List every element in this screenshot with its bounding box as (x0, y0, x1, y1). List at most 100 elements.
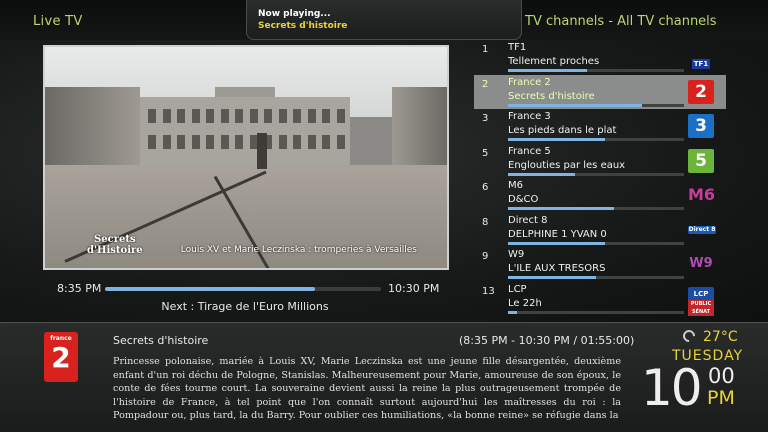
channel-logo-icon: M6 (688, 185, 716, 204)
video-subtitle: Louis XV et Marie Leczinska : tromperies… (180, 245, 417, 255)
channel-number: 13 (482, 285, 495, 297)
palace-window (191, 135, 200, 149)
channel-logo-icon: 2 (688, 79, 714, 104)
channel-row[interactable]: 8 Direct 8 DELPHINE 1 YVAN 0 Direct 8 (474, 213, 726, 248)
program-title: Secrets d'histoire (113, 334, 209, 347)
palace-window (278, 135, 287, 149)
palace-window (264, 109, 272, 123)
channel-program: Englouties par les eaux (508, 159, 626, 171)
channel-number: 1 (482, 44, 489, 55)
channel-list-title: TV channels - All TV channels (525, 14, 717, 29)
channel-row[interactable]: 2 France 2 Secrets d'histoire 2 (474, 74, 726, 109)
palace-window (278, 109, 287, 123)
channel-number: 2 (482, 78, 489, 90)
channel-program: Secrets d'histoire (508, 90, 595, 102)
channel-logo-icon: LCP PUBLIC SÉNAT (688, 286, 714, 316)
palace-window (336, 135, 345, 149)
channel-logo-icon: 3 (688, 114, 714, 138)
palace-window (293, 135, 301, 149)
channel-progress-fill (508, 138, 605, 141)
now-playing-label: Now playing... (258, 9, 331, 19)
channel-progress-bar (508, 69, 684, 72)
channel-number: 9 (482, 251, 489, 262)
overlay-logo-line1: Secrets (94, 234, 136, 245)
channel-program: DELPHINE 1 YVAN 0 (508, 228, 607, 240)
program-end-time: 10:30 PM (388, 282, 440, 295)
channel-progress-bar (508, 138, 684, 141)
channel-number: 6 (482, 182, 489, 193)
palace-window (235, 135, 243, 149)
palace-window (322, 135, 330, 149)
channel-name: France 5 (508, 145, 551, 157)
channel-row[interactable]: 5 France 5 Englouties par les eaux 5 (474, 144, 726, 179)
channel-name: France 3 (508, 111, 551, 122)
program-progress-bar (105, 287, 381, 291)
palace-window (148, 135, 156, 149)
video-preview[interactable]: Secrets d'Histoire Louis XV et Marie Lec… (43, 45, 449, 270)
program-overlay-logo: Secrets d'Histoire (87, 234, 143, 256)
video-plaza-line (213, 175, 277, 268)
channel-program: D&CO (508, 194, 539, 205)
channel-program: Le 22h (508, 297, 542, 309)
channel-progress-bar (508, 310, 684, 314)
channel-program: Tellement proches (508, 56, 600, 67)
palace-window (220, 135, 229, 149)
channel-list: 1 TF1 Tellement proches TF1 2 France 2 Secrets… (474, 40, 726, 316)
program-time: (8:35 PM - 10:30 PM / 01:55:00) (459, 334, 635, 347)
palace-window (148, 109, 156, 123)
palace-window (322, 109, 330, 123)
channel-number: 3 (482, 113, 489, 124)
next-program: Next : Tirage de l'Euro Millions (161, 300, 329, 313)
program-start-time: 8:35 PM (57, 282, 102, 295)
channel-logo-number: 2 (51, 341, 71, 374)
channel-logo-subtext: PUBLIC SÉNAT (688, 299, 714, 316)
palace-window (206, 135, 214, 149)
now-playing-title: Secrets d'histoire (258, 21, 348, 31)
channel-logo: france 2 (44, 332, 78, 382)
channel-progress-fill (508, 69, 588, 72)
channel-logo-icon: Direct 8 (688, 225, 716, 234)
program-progress-fill (105, 287, 315, 291)
channel-progress-bar (508, 103, 684, 107)
palace-window (293, 109, 301, 123)
channel-row[interactable]: 3 France 3 Les pieds dans le plat 3 (474, 109, 726, 144)
channel-progress-fill (508, 103, 642, 107)
now-playing-popup: Now playing... Secrets d'histoire (246, 0, 522, 40)
channel-row[interactable]: 1 TF1 Tellement proches TF1 (474, 40, 726, 75)
channel-number: 5 (482, 147, 489, 159)
channel-progress-fill (508, 172, 575, 176)
channel-name: W9 (508, 249, 525, 260)
section-title: Live TV (33, 14, 83, 29)
clock-minute: 00 (708, 364, 735, 388)
video-palace (140, 97, 350, 167)
channel-progress-fill (508, 241, 605, 245)
program-synopsis: Princesse polonaise, mariée à Louis XV, … (113, 356, 621, 422)
clock-hour: 10 (641, 359, 703, 417)
palace-window (162, 109, 171, 123)
overlay-logo-line2: d'Histoire (87, 244, 143, 256)
channel-logo-icon: 5 (688, 148, 714, 173)
palace-window (177, 109, 185, 123)
channel-logo-icon: W9 (689, 256, 713, 271)
channel-row[interactable]: 9 W9 L'ILE AUX TRESORS W9 (474, 247, 726, 282)
palace-window (235, 109, 243, 123)
channel-progress-bar (508, 207, 684, 210)
palace-window (307, 109, 316, 123)
palace-window (307, 135, 316, 149)
palace-window (249, 109, 258, 123)
channel-row[interactable]: 6 M6 D&CO M6 (474, 178, 726, 213)
channel-logo-text: TF1 (691, 59, 711, 69)
channel-name: M6 (508, 180, 523, 191)
channel-program: Les pieds dans le plat (508, 125, 617, 136)
channel-program: L'ILE AUX TRESORS (508, 263, 606, 274)
channel-progress-bar (508, 276, 684, 279)
channel-progress-fill (508, 207, 614, 210)
palace-window (162, 135, 171, 149)
palace-window (191, 109, 200, 123)
channel-progress-bar (508, 172, 684, 176)
channel-row[interactable]: 13 LCP Le 22h LCP PUBLIC SÉNAT (474, 282, 726, 317)
palace-window (206, 109, 214, 123)
palace-window (220, 109, 229, 123)
channel-name: LCP (508, 283, 527, 295)
channel-progress-bar (508, 241, 684, 245)
